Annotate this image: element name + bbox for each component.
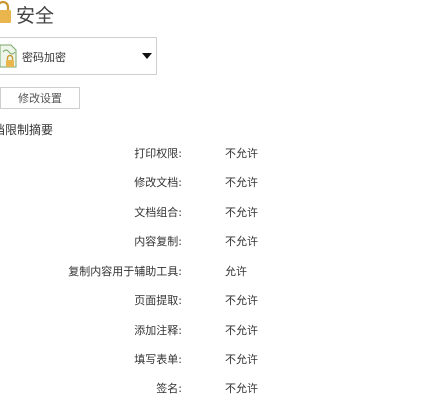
summary-label: 内容复制: bbox=[134, 235, 182, 248]
summary-row: 修改文档: 不允许 bbox=[0, 174, 441, 189]
restrictions-summary-heading: 档限制摘要 bbox=[0, 123, 54, 137]
summary-row: 签名: 不允许 bbox=[0, 380, 441, 395]
modify-settings-button[interactable]: 修改设置 bbox=[0, 87, 80, 109]
document-lock-icon bbox=[0, 44, 17, 68]
security-method-dropdown[interactable]: 密码加密 bbox=[0, 37, 157, 75]
summary-label: 添加注释: bbox=[134, 324, 182, 337]
summary-row: 内容复制: 不允许 bbox=[0, 233, 441, 248]
summary-label: 打印权限: bbox=[134, 147, 182, 160]
summary-value: 不允许 bbox=[225, 206, 258, 219]
summary-value: 不允许 bbox=[225, 382, 258, 395]
summary-label: 签名: bbox=[156, 382, 182, 395]
summary-row: 添加注释: 不允许 bbox=[0, 322, 441, 337]
security-method-value: 密码加密 bbox=[22, 51, 66, 64]
summary-label: 修改文档: bbox=[134, 176, 182, 189]
summary-row: 填写表单: 不允许 bbox=[0, 351, 441, 366]
summary-row: 打印权限: 不允许 bbox=[0, 145, 441, 160]
summary-row: 文档组合: 不允许 bbox=[0, 204, 441, 219]
summary-value: 不允许 bbox=[225, 235, 258, 248]
page-title: 安全 bbox=[16, 5, 55, 27]
summary-value: 不允许 bbox=[225, 353, 258, 366]
summary-row: 页面提取: 不允许 bbox=[0, 292, 441, 307]
summary-value: 不允许 bbox=[225, 176, 258, 189]
summary-value: 不允许 bbox=[225, 324, 258, 337]
summary-label: 复制内容用于辅助工具: bbox=[68, 265, 182, 278]
caret-down-icon[interactable] bbox=[142, 53, 152, 59]
lock-icon bbox=[0, 0, 11, 23]
summary-label: 填写表单: bbox=[134, 353, 182, 366]
summary-row: 复制内容用于辅助工具: 允许 bbox=[0, 263, 441, 278]
summary-value: 允许 bbox=[225, 265, 247, 278]
summary-value: 不允许 bbox=[225, 147, 258, 160]
summary-value: 不允许 bbox=[225, 294, 258, 307]
summary-label: 文档组合: bbox=[134, 206, 182, 219]
summary-label: 页面提取: bbox=[134, 294, 182, 307]
